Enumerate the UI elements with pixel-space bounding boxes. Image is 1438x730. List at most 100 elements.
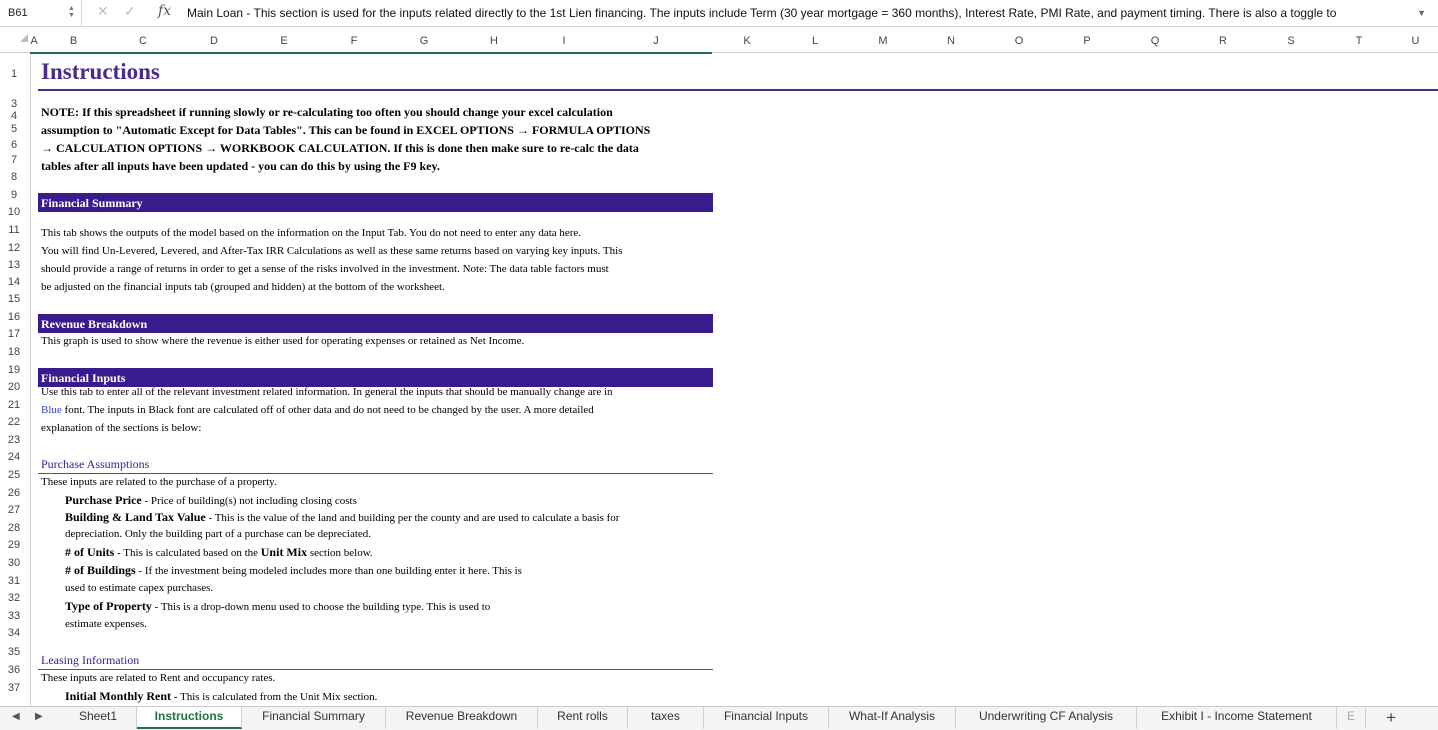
tab-exhibit-i-income-statement[interactable]: Exhibit I - Income Statement: [1137, 707, 1337, 729]
row-header-12[interactable]: 12: [0, 242, 28, 254]
scroll-tabs-left-icon[interactable]: ◀: [12, 711, 20, 722]
tab-revenue-breakdown[interactable]: Revenue Breakdown: [386, 707, 538, 729]
definition: section below.: [307, 547, 373, 559]
body-line: should provide a range of returns in ord…: [41, 263, 609, 275]
column-header-g[interactable]: G: [389, 30, 459, 52]
row-header-21[interactable]: 21: [0, 399, 28, 411]
column-header-j[interactable]: J: [599, 30, 713, 52]
column-header-q[interactable]: Q: [1121, 30, 1189, 52]
subsection-divider: [38, 473, 713, 474]
row-header-24[interactable]: 24: [0, 451, 28, 463]
row-header-34[interactable]: 34: [0, 627, 28, 639]
row-header-8[interactable]: 8: [0, 171, 28, 183]
section-header-revenue-breakdown: Revenue Breakdown: [38, 314, 713, 333]
row-header-13[interactable]: 13: [0, 259, 28, 271]
row-header-20[interactable]: 20: [0, 381, 28, 393]
column-header-f[interactable]: F: [319, 30, 389, 52]
row-header-23[interactable]: 23: [0, 434, 28, 446]
definition: - Price of building(s) not including clo…: [141, 495, 357, 507]
row-header-33[interactable]: 33: [0, 610, 28, 622]
row-header-divider: [30, 54, 31, 706]
column-header-b[interactable]: B: [40, 30, 107, 52]
tab-financial-inputs[interactable]: Financial Inputs: [704, 707, 829, 729]
column-header-p[interactable]: P: [1053, 30, 1121, 52]
row-header-14[interactable]: 14: [0, 276, 28, 288]
row-header-15[interactable]: 15: [0, 293, 28, 305]
row-header-31[interactable]: 31: [0, 575, 28, 587]
subsection-divider: [38, 669, 713, 670]
column-header-u[interactable]: U: [1393, 30, 1438, 52]
scroll-tabs-right-icon[interactable]: ▶: [35, 711, 43, 722]
blue-font-word: Blue: [41, 404, 62, 416]
tab-what-if-analysis[interactable]: What-If Analysis: [829, 707, 956, 729]
row-header-11[interactable]: 11: [0, 224, 28, 236]
column-header-t[interactable]: T: [1325, 30, 1393, 52]
row-header-30[interactable]: 30: [0, 557, 28, 569]
column-header-s[interactable]: S: [1257, 30, 1325, 52]
column-header-d[interactable]: D: [179, 30, 249, 52]
row-header-3[interactable]: 3: [0, 98, 28, 110]
row-header-17[interactable]: 17: [0, 328, 28, 340]
row-header-29[interactable]: 29: [0, 539, 28, 551]
name-box-stepper-icon[interactable]: ▲ ▼: [68, 5, 75, 19]
definition: - If the investment being modeled includ…: [135, 565, 522, 577]
row-header-32[interactable]: 32: [0, 592, 28, 604]
tab-taxes[interactable]: taxes: [628, 707, 704, 729]
enter-icon[interactable]: ✓: [124, 3, 136, 20]
column-header-a[interactable]: A: [28, 30, 40, 52]
column-header-m[interactable]: M: [849, 30, 917, 52]
term: Initial Monthly Rent: [65, 689, 172, 703]
definition-line: Initial Monthly Rent - This is calculate…: [65, 689, 377, 704]
row-header-35[interactable]: 35: [0, 646, 28, 658]
column-header-c[interactable]: C: [107, 30, 179, 52]
add-sheet-icon[interactable]: +: [1386, 707, 1396, 729]
column-header-r[interactable]: R: [1189, 30, 1257, 52]
row-header-28[interactable]: 28: [0, 522, 28, 534]
column-header-k[interactable]: K: [713, 30, 781, 52]
column-header-n[interactable]: N: [917, 30, 985, 52]
column-header-l[interactable]: L: [781, 30, 849, 52]
column-header-i[interactable]: I: [529, 30, 599, 52]
column-header-e[interactable]: E: [249, 30, 319, 52]
body-line: Blue font. The inputs in Black font are …: [41, 404, 594, 416]
row-header-6[interactable]: 6: [0, 139, 28, 151]
formula-input[interactable]: Main Loan - This section is used for the…: [187, 0, 1397, 26]
row-header-10[interactable]: 10: [0, 206, 28, 218]
row-header-22[interactable]: 22: [0, 416, 28, 428]
row-header-19[interactable]: 19: [0, 364, 28, 376]
row-header-9[interactable]: 9: [0, 189, 28, 201]
section-header-financial-inputs: Financial Inputs: [38, 368, 713, 387]
column-header-o[interactable]: O: [985, 30, 1053, 52]
body-line: These inputs are related to Rent and occ…: [41, 672, 276, 684]
row-header-25[interactable]: 25: [0, 469, 28, 481]
body-line: These inputs are related to the purchase…: [41, 476, 277, 488]
row-header-7[interactable]: 7: [0, 154, 28, 166]
body-line: explanation of the sections is below:: [41, 422, 202, 434]
tab-rent-rolls[interactable]: Rent rolls: [538, 707, 628, 729]
term: Type of Property: [65, 599, 152, 613]
term: Unit Mix: [260, 545, 308, 559]
column-headers: A B C D E F G H I J K L M N O P Q R S T …: [0, 30, 1438, 53]
row-header-36[interactable]: 36: [0, 664, 28, 676]
tab-truncated[interactable]: E: [1337, 707, 1366, 729]
row-header-1[interactable]: 1: [0, 68, 28, 80]
row-header-26[interactable]: 26: [0, 487, 28, 499]
definition-line: Type of Property - This is a drop-down m…: [65, 599, 490, 614]
row-header-37[interactable]: 37: [0, 682, 28, 694]
column-selection-indicator: [30, 52, 712, 54]
tab-sheet1[interactable]: Sheet1: [60, 707, 137, 729]
cancel-icon[interactable]: ✕: [97, 3, 109, 20]
row-header-4[interactable]: 4: [0, 110, 28, 122]
definition-line: Building & Land Tax Value - This is the …: [65, 510, 619, 525]
row-header-18[interactable]: 18: [0, 346, 28, 358]
page-title: Instructions: [41, 59, 160, 84]
tab-financial-summary[interactable]: Financial Summary: [242, 707, 386, 729]
row-header-16[interactable]: 16: [0, 311, 28, 323]
row-header-27[interactable]: 27: [0, 504, 28, 516]
tab-instructions[interactable]: Instructions: [137, 707, 242, 729]
insert-function-icon[interactable]: fx: [158, 3, 171, 19]
tab-underwriting-cf-analysis[interactable]: Underwriting CF Analysis: [956, 707, 1137, 729]
column-header-h[interactable]: H: [459, 30, 529, 52]
row-header-5[interactable]: 5: [0, 123, 28, 135]
expand-formula-bar-icon[interactable]: ▼: [1417, 8, 1426, 18]
